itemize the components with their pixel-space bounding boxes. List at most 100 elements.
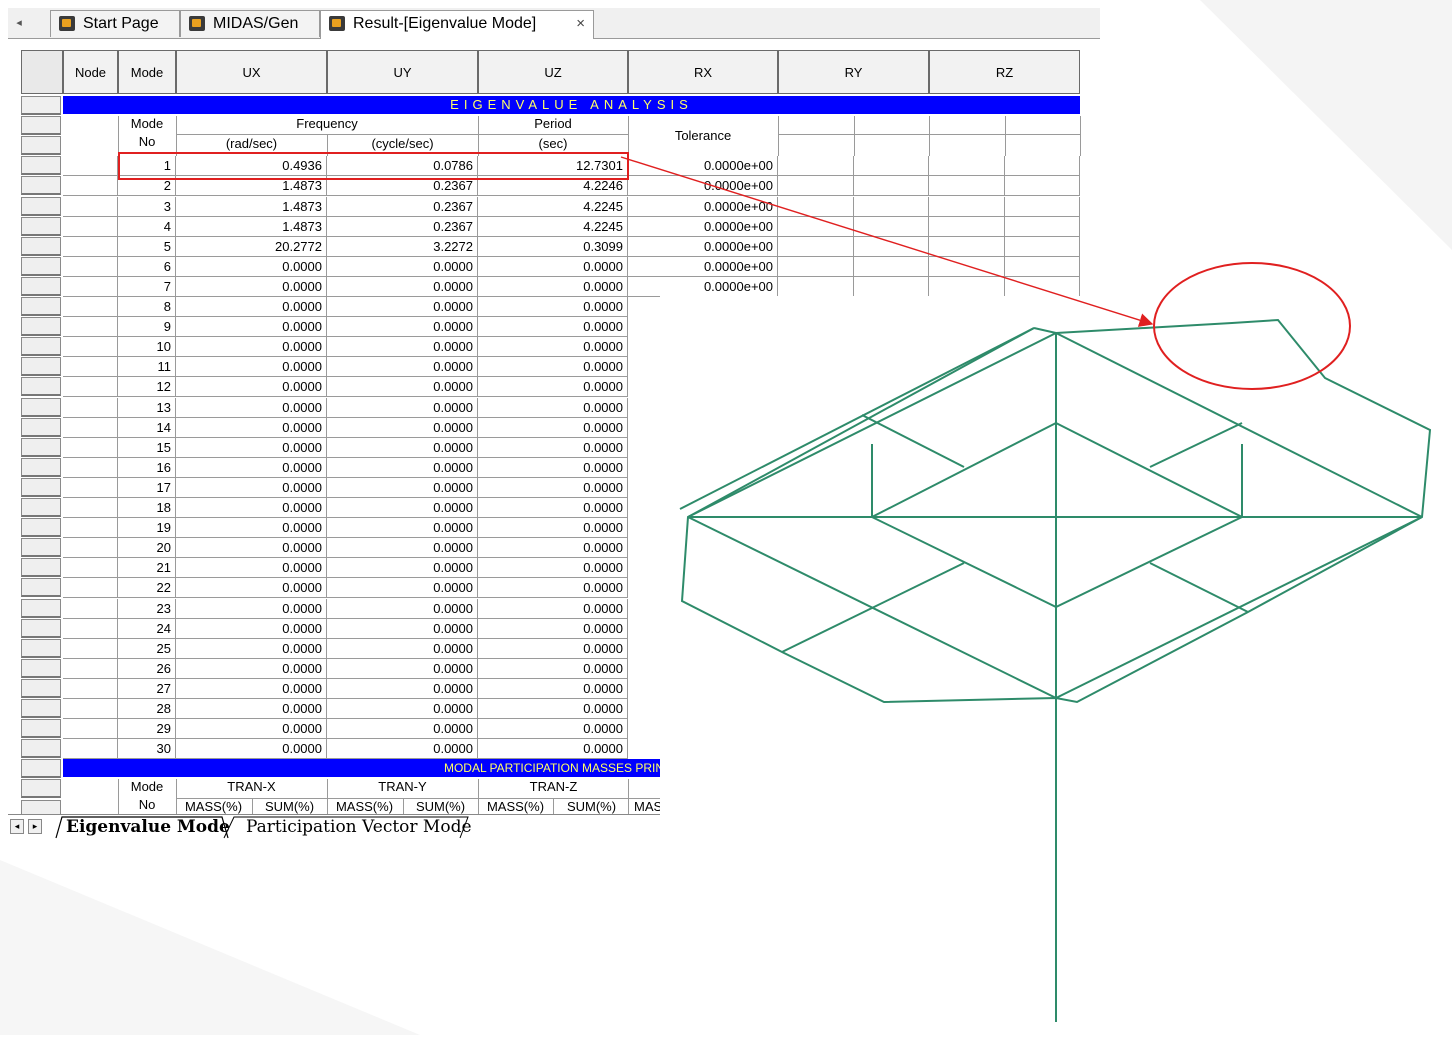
period-cell: 0.0000 xyxy=(478,518,628,538)
empty-cell xyxy=(1005,257,1080,277)
row-header[interactable] xyxy=(21,337,61,356)
column-header-mode[interactable]: Mode xyxy=(118,50,176,94)
row-header[interactable] xyxy=(21,297,61,316)
row-header[interactable] xyxy=(21,317,61,336)
row-header[interactable] xyxy=(21,538,61,557)
mode-header-label: Mode xyxy=(130,116,164,131)
mode-number-cell: 5 xyxy=(118,237,176,257)
row-header[interactable] xyxy=(21,679,61,698)
row-header[interactable] xyxy=(21,136,61,155)
sheet-tab-participation-vector-mode[interactable]: Participation Vector Mode xyxy=(246,816,472,838)
row-header[interactable] xyxy=(21,498,61,517)
column-header-node[interactable]: Node xyxy=(63,50,118,94)
frequency-rad-cell: 0.0000 xyxy=(176,538,327,558)
node-cell xyxy=(63,277,118,297)
sheet-tab-eigenvalue-mode[interactable]: Eigenvalue Mode xyxy=(66,816,230,838)
mode-number-cell: 13 xyxy=(118,398,176,418)
row-header[interactable] xyxy=(21,518,61,537)
row-header[interactable] xyxy=(21,357,61,376)
row-header[interactable] xyxy=(21,176,61,195)
empty-cell xyxy=(778,277,854,297)
row-header[interactable] xyxy=(21,739,61,758)
mode-number-cell: 14 xyxy=(118,418,176,438)
tab-midas-gen[interactable]: MIDAS/Gen xyxy=(180,10,320,37)
mode-number-cell: 15 xyxy=(118,438,176,458)
close-icon[interactable]: × xyxy=(576,11,585,37)
row-header[interactable] xyxy=(21,558,61,577)
row-header[interactable] xyxy=(21,197,61,216)
period-cell: 0.0000 xyxy=(478,538,628,558)
row-header[interactable] xyxy=(21,237,61,256)
frequency-cycle-cell: 0.0000 xyxy=(327,699,478,719)
tab-result-eigenvalue-mode[interactable]: Result-[Eigenvalue Mode] × xyxy=(320,10,594,39)
node-cell xyxy=(63,679,118,699)
mode-number-cell: 4 xyxy=(118,217,176,237)
row-header[interactable] xyxy=(21,116,61,135)
row-header[interactable] xyxy=(21,156,61,175)
row-header[interactable] xyxy=(21,719,61,738)
mode-1-highlight-box xyxy=(118,152,629,180)
node-cell xyxy=(63,257,118,277)
row-header[interactable] xyxy=(21,599,61,618)
period-cell: 4.2245 xyxy=(478,197,628,217)
mode-number-cell: 10 xyxy=(118,337,176,357)
column-header-uz[interactable]: UZ xyxy=(478,50,628,94)
empty-cell xyxy=(778,176,854,196)
mpm-sum-label: SUM(%) xyxy=(415,799,466,814)
period-header-label: Period xyxy=(534,116,572,131)
column-header-ux[interactable]: UX xyxy=(176,50,327,94)
row-header[interactable] xyxy=(21,418,61,437)
frequency-rad-cell: 0.0000 xyxy=(176,398,327,418)
period-cell: 0.0000 xyxy=(478,619,628,639)
mode-number-cell: 27 xyxy=(118,679,176,699)
row-header[interactable] xyxy=(21,759,61,778)
frequency-rad-cell: 0.0000 xyxy=(176,639,327,659)
frequency-rad-cell: 0.0000 xyxy=(176,679,327,699)
row-header[interactable] xyxy=(21,257,61,276)
frequency-rad-cell: 0.0000 xyxy=(176,418,327,438)
row-header[interactable] xyxy=(21,699,61,718)
row-header[interactable] xyxy=(21,578,61,597)
row-header[interactable] xyxy=(21,217,61,236)
mode-number-cell: 28 xyxy=(118,699,176,719)
mpm-sum-label: SUM(%) xyxy=(264,799,315,814)
column-header-uy[interactable]: UY xyxy=(327,50,478,94)
modal-participation-banner: MODAL PARTICIPATION MASSES PRIN xyxy=(63,759,668,777)
row-header[interactable] xyxy=(21,659,61,678)
sheet-next-icon[interactable]: ▸ xyxy=(28,819,42,834)
tab-scroll-left-icon[interactable]: ◂ xyxy=(10,12,28,34)
period-cell: 0.0000 xyxy=(478,357,628,377)
row-header[interactable] xyxy=(21,619,61,638)
column-header-ry[interactable]: RY xyxy=(778,50,929,94)
row-header[interactable] xyxy=(21,277,61,296)
row-header[interactable] xyxy=(21,96,61,115)
mpm-mass-label: MASS(%) xyxy=(184,799,243,814)
tab-label: Start Page xyxy=(83,15,159,32)
mode-number-cell: 23 xyxy=(118,599,176,619)
row-header[interactable] xyxy=(21,639,61,658)
document-tab-bar: ◂ Start Page MIDAS/Gen Result-[Eigenvalu… xyxy=(8,8,1100,39)
tab-start-page[interactable]: Start Page xyxy=(50,10,180,37)
row-header[interactable] xyxy=(21,398,61,417)
frequency-rad-cell: 0.0000 xyxy=(176,357,327,377)
row-header[interactable] xyxy=(21,438,61,457)
period-cell: 0.0000 xyxy=(478,719,628,739)
rad-per-sec-unit: (rad/sec) xyxy=(225,136,278,151)
mode-number-cell: 25 xyxy=(118,639,176,659)
frequency-rad-cell: 0.0000 xyxy=(176,297,327,317)
mode-number-cell: 20 xyxy=(118,538,176,558)
mode-number-cell: 30 xyxy=(118,739,176,759)
sheet-prev-icon[interactable]: ◂ xyxy=(10,819,24,834)
frequency-rad-cell: 0.0000 xyxy=(176,317,327,337)
mode-number-cell: 9 xyxy=(118,317,176,337)
frequency-cycle-cell: 0.0000 xyxy=(327,659,478,679)
frequency-cycle-cell: 3.2272 xyxy=(327,237,478,257)
column-header-rz[interactable]: RZ xyxy=(929,50,1080,94)
row-header[interactable] xyxy=(21,458,61,477)
row-header[interactable] xyxy=(21,478,61,497)
column-header-rx[interactable]: RX xyxy=(628,50,778,94)
row-header[interactable] xyxy=(21,377,61,396)
grid-line xyxy=(628,116,629,156)
row-header[interactable] xyxy=(21,779,61,798)
empty-cell xyxy=(778,156,854,176)
